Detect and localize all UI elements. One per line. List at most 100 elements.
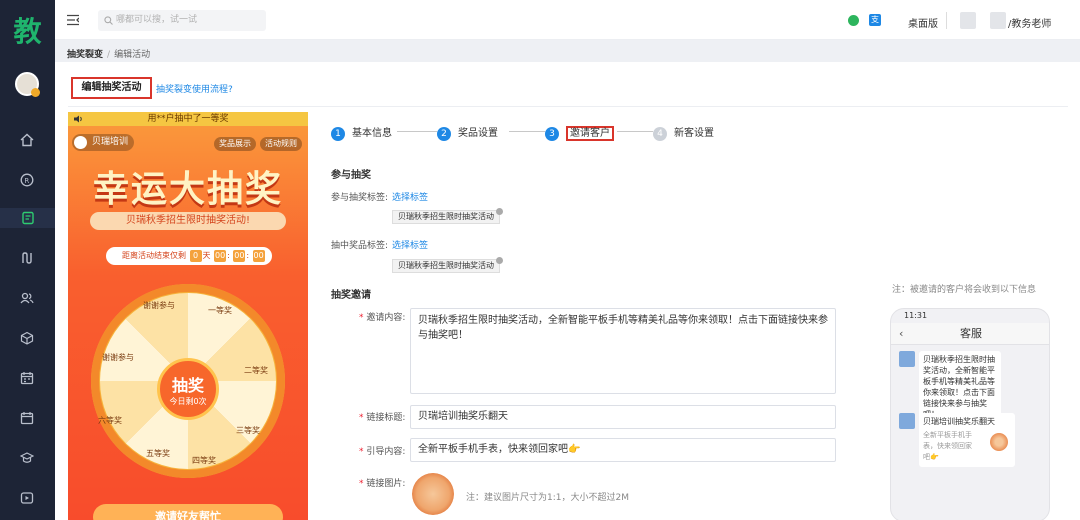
participate-choose-tag-link[interactable]: 选择标签 — [392, 190, 428, 203]
flow-help-link[interactable]: 抽奖裂变使用流程? — [156, 82, 233, 95]
register-icon[interactable]: R — [17, 170, 37, 190]
schedule-icon[interactable] — [17, 368, 37, 388]
section-invite: 抽奖邀请 — [331, 290, 371, 301]
mobile-chat-title: 客服 — [960, 327, 982, 340]
wechat-icon[interactable] — [848, 15, 859, 26]
required-mark: * — [359, 313, 364, 323]
section-participate: 参与抽奖 — [331, 170, 371, 181]
win-tag-chip: 贝瑞秋季招生限时抽奖活动 — [392, 259, 500, 273]
svg-text:R: R — [24, 177, 29, 185]
mobile-status-bar: 11:31 — [904, 311, 928, 320]
back-icon[interactable]: ‹ — [899, 323, 903, 345]
alipay-icon[interactable]: 支 — [869, 14, 881, 26]
invite-friends-button[interactable]: 邀请好友帮忙 — [93, 504, 283, 520]
activity-title: 幸运大抽奖 — [92, 169, 283, 210]
wheel-segment-label: 谢谢参与 — [143, 301, 175, 310]
mobile-preview: 11:31 ‹ 客服 贝瑞秋季招生限时抽奖活动，全新智能平板手机等精美礼品等你来… — [890, 308, 1050, 520]
breadcrumb: 抽奖裂变 / 编辑活动 — [67, 47, 150, 60]
brand-badge: 贝瑞培训 — [72, 134, 135, 151]
desktop-version-link[interactable]: 桌面版 — [908, 15, 938, 30]
wheel-segment-label: 一等奖 — [208, 306, 232, 315]
link-image-thumbnail[interactable] — [412, 473, 454, 515]
user-role[interactable]: /教务老师 — [1008, 15, 1051, 30]
breadcrumb-separator: / — [107, 50, 111, 60]
link-card-image — [990, 433, 1008, 451]
win-choose-tag-link[interactable]: 选择标签 — [392, 238, 428, 251]
edit-activity-button[interactable]: 编辑抽奖活动 — [71, 77, 152, 99]
remove-tag-icon[interactable] — [496, 257, 503, 264]
brand-name: 贝瑞培训 — [92, 137, 129, 147]
countdown-seconds: 00 — [252, 250, 265, 262]
winner-notice-text: 用**户抽中了一等奖 — [147, 114, 229, 124]
search-icon — [104, 16, 113, 25]
invite-content-label-text: 邀请内容: — [366, 313, 406, 323]
required-mark: * — [359, 447, 364, 457]
required-mark: * — [359, 413, 364, 423]
required-mark: * — [359, 479, 364, 489]
wheel-segment-label: 五等奖 — [146, 449, 170, 458]
link-title-label: * 链接标题: — [359, 410, 405, 423]
marketing-icon[interactable] — [0, 208, 55, 228]
users-icon[interactable] — [17, 288, 37, 308]
step-prize-settings[interactable]: 2 奖品设置 — [437, 124, 498, 141]
countdown: 距离活动结束仅剩 0天 00: 00: 00 — [106, 247, 272, 265]
pointing-hand-icon: 👉 — [568, 444, 581, 455]
step-label: 奖品设置 — [458, 128, 498, 139]
speaker-icon — [74, 115, 82, 123]
step-new-customer-settings[interactable]: 4 新客设置 — [653, 124, 714, 141]
activity-preview: 用**户抽中了一等奖 贝瑞培训 奖品展示 活动规则 幸运大抽奖 贝瑞秋季招生限时… — [68, 112, 308, 520]
main-panel: 编辑抽奖活动 抽奖裂变使用流程? 用**户抽中了一等奖 贝瑞培训 奖品展示 活动… — [55, 62, 1080, 520]
rules-button[interactable]: 活动规则 — [260, 137, 302, 151]
countdown-days: 0 — [189, 250, 202, 262]
home-icon[interactable] — [17, 130, 37, 150]
preview-note: 注：被邀请的客户将会收到以下信息 — [892, 285, 1037, 295]
participate-tag-chip: 贝瑞秋季招生限时抽奖活动 — [392, 210, 500, 224]
mobile-chat-header: ‹ 客服 — [891, 323, 1049, 345]
menu-toggle-icon[interactable] — [67, 14, 80, 26]
link-title-input[interactable]: 贝瑞培训抽奖乐翻天 — [410, 405, 836, 429]
blurred-avatar[interactable] — [960, 12, 976, 29]
step-number: 3 — [545, 127, 559, 141]
step-connector — [397, 131, 437, 132]
video-icon[interactable] — [17, 488, 37, 508]
guide-input[interactable]: 全新平板手机手表，快来领回家吧👉 — [410, 438, 836, 462]
guide-label: * 引导内容: — [359, 444, 405, 457]
link-card-title: 贝瑞培训抽奖乐翻天 — [923, 417, 995, 426]
breadcrumb-parent[interactable]: 抽奖裂变 — [67, 50, 103, 60]
countdown-day-unit: 天 — [202, 251, 211, 260]
remove-tag-icon[interactable] — [496, 208, 503, 215]
draw-button[interactable]: 抽奖 今日剩0次 — [157, 358, 219, 420]
countdown-label: 距离活动结束仅剩 — [122, 251, 186, 260]
step-number: 2 — [437, 127, 451, 141]
search-input[interactable]: 哪都可以搜，试一试 — [98, 10, 266, 31]
user-avatar[interactable] — [15, 72, 40, 97]
draw-remaining: 今日剩0次 — [169, 397, 207, 406]
link-image-label-text: 链接图片: — [366, 479, 406, 489]
win-tag-label: 抽中奖品标签: — [331, 241, 389, 251]
calendar-icon[interactable] — [17, 408, 37, 428]
link-title-label-text: 链接标题: — [366, 413, 406, 423]
topbar: 哪都可以搜，试一试 支 桌面版 /教务老师 — [55, 0, 1080, 40]
step-number: 4 — [653, 127, 667, 141]
wheel-segment-label: 三等奖 — [236, 426, 260, 435]
countdown-sep: : — [227, 251, 230, 260]
sender-avatar — [899, 351, 915, 367]
guide-text: 全新平板手机手表，快来领回家吧 — [418, 444, 568, 455]
wheel-segment-label: 谢谢参与 — [102, 353, 134, 362]
route-icon[interactable] — [17, 248, 37, 268]
link-card[interactable]: 贝瑞培训抽奖乐翻天 全新平板手机手表，快来领回家吧👉 — [919, 413, 1015, 467]
guide-label-text: 引导内容: — [366, 447, 406, 457]
invite-content-textarea[interactable]: 贝瑞秋季招生限时抽奖活动，全新智能平板手机等精美礼品等你来领取！点击下面链接快来… — [410, 308, 836, 394]
wheel-segment-label: 六等奖 — [98, 416, 122, 425]
prizes-button[interactable]: 奖品展示 — [214, 137, 256, 151]
app-logo: 教 — [13, 15, 42, 48]
step-label: 新客设置 — [674, 128, 714, 139]
invite-content-label: * 邀请内容: — [359, 310, 405, 323]
step-connector — [617, 131, 653, 132]
school-icon[interactable] — [17, 448, 37, 468]
step-basic-info[interactable]: 1 基本信息 — [331, 124, 392, 141]
cube-icon[interactable] — [17, 328, 37, 348]
sidebar: 教 R — [0, 0, 55, 520]
step-invite-customers[interactable]: 3 邀请客户 — [545, 124, 614, 141]
step-number: 1 — [331, 127, 345, 141]
